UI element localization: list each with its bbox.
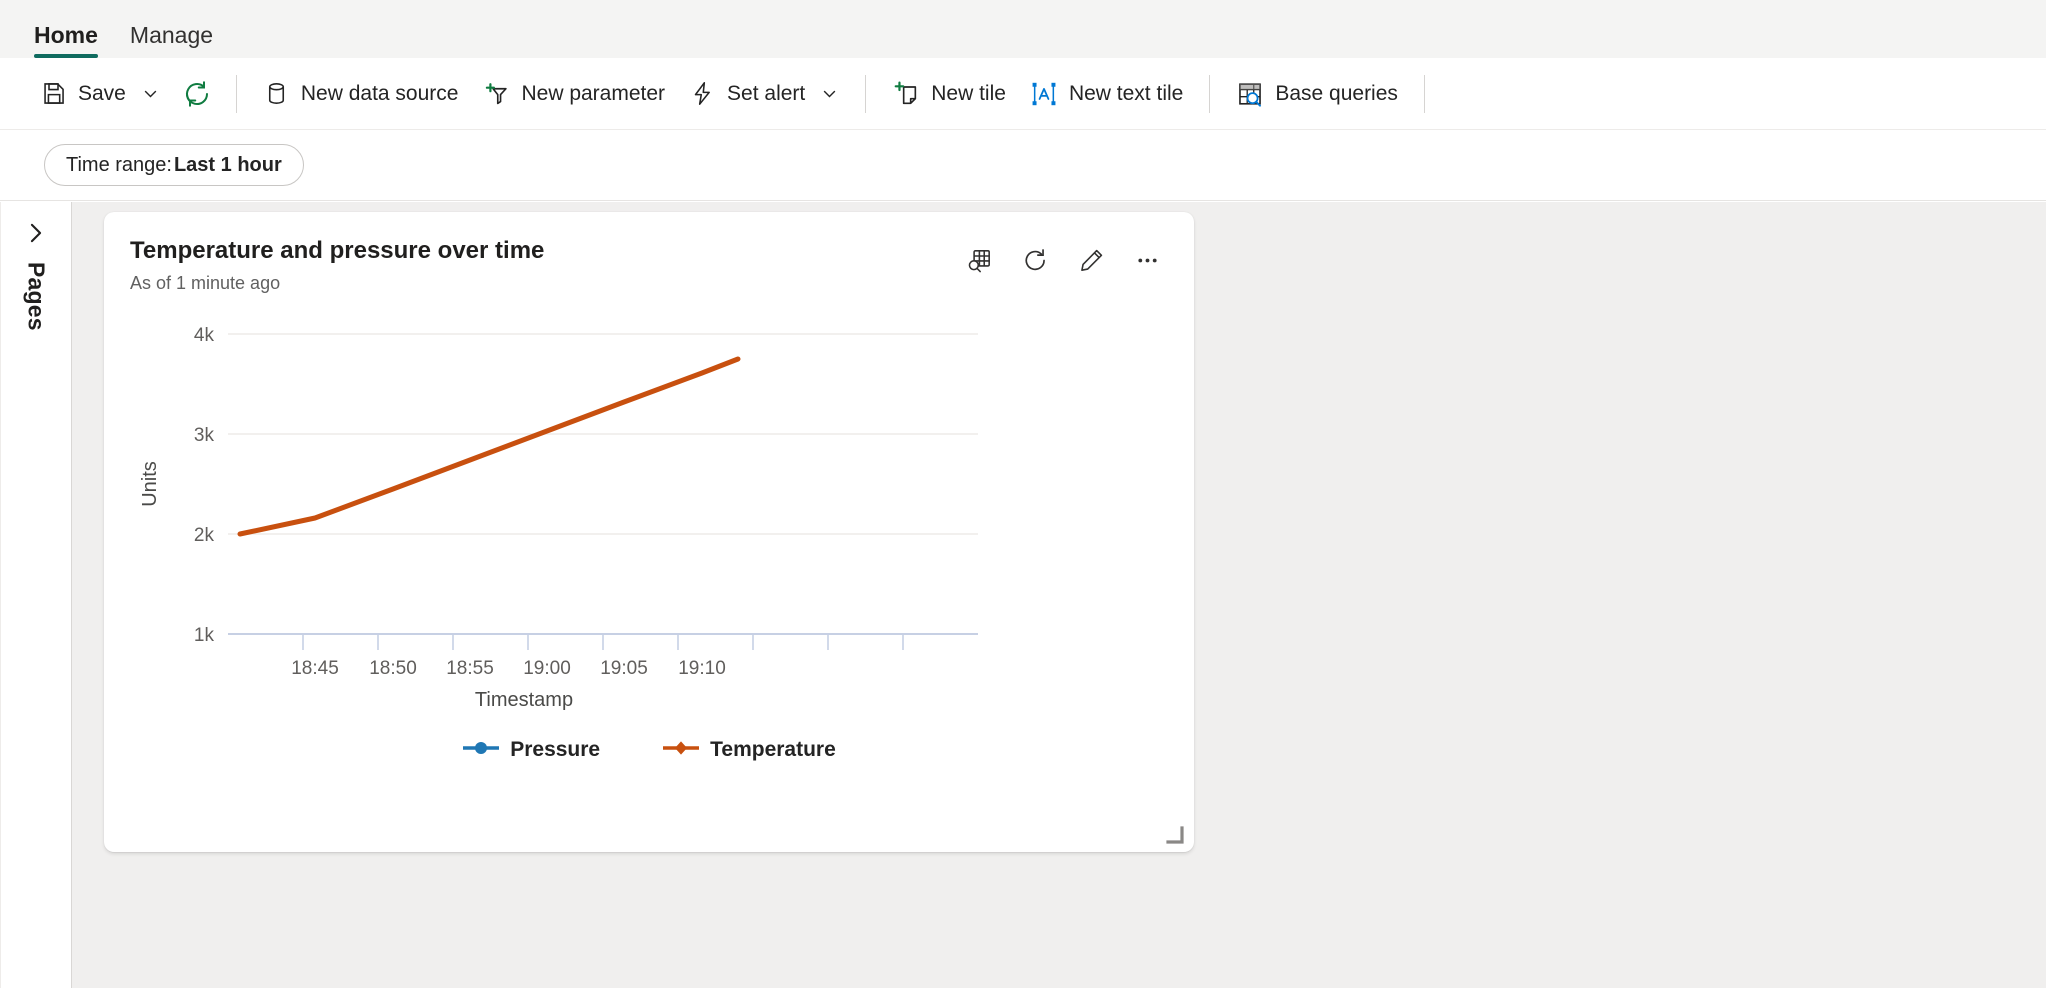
table-search-icon — [1236, 80, 1264, 108]
x-tick-label: 19:10 — [678, 658, 726, 679]
toolbar-separator — [235, 74, 237, 113]
x-tick-label: 18:45 — [291, 658, 339, 679]
y-tick-label: 4k — [194, 325, 215, 346]
x-tick-label: 19:05 — [600, 658, 648, 679]
tab-home-label: Home — [34, 22, 98, 48]
new-data-source-label: New data source — [300, 82, 459, 105]
x-tick-label: 18:55 — [446, 658, 494, 679]
workspace: Pages Temperature and pressure over time… — [0, 202, 2046, 988]
filter-bar: Time range: Last 1 hour — [0, 130, 2046, 201]
tile-header-text: Temperature and pressure over time As of… — [130, 236, 544, 294]
chart-gridlines — [228, 333, 978, 536]
toolbar-separator — [1209, 74, 1211, 113]
toolbar-separator — [1423, 74, 1425, 113]
base-queries-label: Base queries — [1275, 82, 1398, 105]
legend-item-temperature[interactable]: Temperature — [662, 738, 836, 762]
refresh-tile-button[interactable] — [1014, 242, 1056, 284]
set-alert-button[interactable]: Set alert — [677, 70, 851, 118]
ellipsis-icon — [1134, 247, 1161, 279]
table-search-icon — [966, 247, 993, 279]
tile-actions — [958, 236, 1168, 284]
y-axis-title: Units — [139, 461, 161, 507]
command-bar: Save New data source New parameter Set a… — [0, 58, 2046, 130]
toolbar-separator — [865, 74, 867, 113]
x-tick-marks — [302, 634, 904, 651]
tile-resize-handle[interactable] — [1166, 826, 1184, 844]
x-tick-label: 19:00 — [523, 658, 571, 679]
legend-item-pressure[interactable]: Pressure — [462, 738, 600, 762]
new-parameter-label: New parameter — [521, 82, 666, 105]
refresh-icon — [182, 79, 212, 109]
new-parameter-button[interactable]: New parameter — [470, 70, 677, 118]
tile-add-icon — [892, 80, 920, 108]
y-tick-labels: 4k 3k 2k 1k — [194, 325, 215, 646]
set-alert-label: Set alert — [727, 82, 806, 105]
time-range-prefix: Time range: — [66, 153, 172, 176]
x-tick-label: 18:50 — [369, 658, 417, 679]
chevron-right-icon[interactable] — [23, 220, 49, 246]
text-box-icon — [1030, 80, 1058, 108]
pages-sidebar-collapsed[interactable]: Pages — [0, 202, 72, 988]
database-icon — [263, 80, 290, 107]
series-line-temperature[interactable] — [237, 356, 741, 537]
new-tile-label: New tile — [931, 82, 1006, 105]
line-chart[interactable]: 4k 3k 2k 1k 18:45 18:50 18:55 19:00 19:0… — [104, 294, 1194, 734]
pages-sidebar-label: Pages — [23, 262, 50, 331]
tile-title: Temperature and pressure over time — [130, 237, 545, 264]
ribbon-tabstrip: Home Manage — [0, 0, 2046, 58]
new-text-tile-label: New text tile — [1068, 82, 1184, 105]
chevron-down-icon[interactable] — [820, 84, 839, 103]
x-tick-labels: 18:45 18:50 18:55 19:00 19:05 19:10 — [291, 658, 726, 679]
pencil-icon — [1078, 247, 1105, 279]
save-label: Save — [78, 82, 126, 105]
more-options-button[interactable] — [1126, 242, 1168, 284]
legend-label-temperature: Temperature — [710, 738, 836, 762]
tab-manage[interactable]: Manage — [114, 24, 229, 58]
legend-marker-diamond-icon — [662, 738, 700, 762]
chevron-down-icon[interactable] — [141, 84, 160, 103]
x-axis-title: Timestamp — [475, 689, 573, 711]
refresh-button[interactable] — [172, 70, 222, 118]
save-button[interactable]: Save — [28, 70, 172, 118]
new-text-tile-button[interactable]: New text tile — [1018, 70, 1195, 118]
filter-add-icon — [482, 80, 510, 108]
save-icon — [40, 80, 67, 107]
dashboard-canvas: Temperature and pressure over time As of… — [72, 202, 2046, 988]
base-queries-button[interactable]: Base queries — [1224, 70, 1410, 118]
time-range-filter[interactable]: Time range: Last 1 hour — [44, 144, 304, 186]
y-tick-label: 3k — [194, 425, 215, 446]
new-data-source-button[interactable]: New data source — [251, 70, 471, 118]
explore-query-button[interactable] — [958, 242, 1000, 284]
refresh-icon — [1022, 247, 1049, 279]
y-tick-label: 1k — [194, 625, 215, 646]
tile-header: Temperature and pressure over time As of… — [104, 212, 1194, 294]
chart-container: 4k 3k 2k 1k 18:45 18:50 18:55 19:00 19:0… — [104, 294, 1194, 814]
dashboard-tile[interactable]: Temperature and pressure over time As of… — [104, 212, 1194, 852]
tab-manage-label: Manage — [129, 22, 214, 48]
chart-legend: Pressure Temperature — [104, 738, 1194, 762]
legend-label-pressure: Pressure — [510, 738, 601, 762]
new-tile-button[interactable]: New tile — [880, 70, 1018, 118]
lightning-bolt-icon — [689, 80, 716, 107]
tile-subtitle: As of 1 minute ago — [130, 273, 281, 294]
y-tick-label: 2k — [194, 525, 215, 546]
tab-home[interactable]: Home — [18, 24, 114, 58]
edit-tile-button[interactable] — [1070, 242, 1112, 284]
legend-marker-circle-icon — [462, 738, 500, 762]
time-range-value: Last 1 hour — [173, 153, 282, 176]
